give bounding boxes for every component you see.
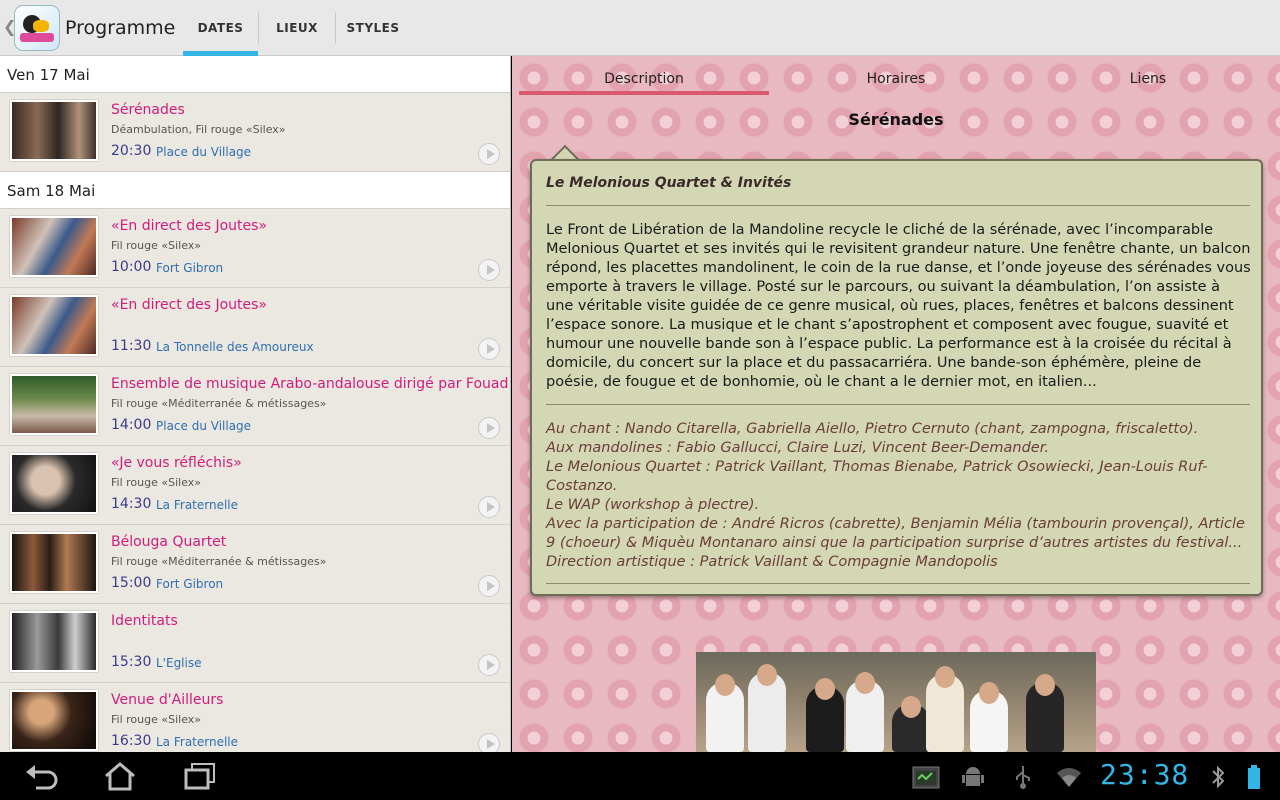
description-card: Le Melonious Quartet & Invités Le Front …: [530, 159, 1263, 596]
event-place: Fort Gibron: [156, 577, 224, 591]
list-item[interactable]: «En direct des Joutes» 11:30 La Tonnelle…: [0, 288, 510, 367]
tab-styles[interactable]: STYLES: [336, 0, 410, 56]
event-subtitle: Fil rouge «Silex»: [111, 476, 202, 489]
app-logo-icon[interactable]: [14, 5, 60, 51]
list-item[interactable]: Identitats 15:30 L'Eglise: [0, 604, 510, 683]
event-thumbnail: [10, 374, 98, 435]
event-place: Place du Village: [156, 419, 252, 433]
credits: Au chant : Nando Citarella, Gabriella Ai…: [546, 420, 1251, 572]
event-title: «En direct des Joutes»: [111, 218, 267, 234]
app-title: Programme: [65, 17, 176, 39]
event-place: La Fraternelle: [156, 735, 239, 749]
list-item[interactable]: Ensemble de musique Arabo-andalouse diri…: [0, 367, 510, 446]
event-place: Fort Gibron: [156, 261, 224, 275]
event-place: La Tonnelle des Amoureux: [156, 340, 314, 354]
wifi-icon: [1057, 768, 1081, 787]
divider: [546, 205, 1250, 206]
event-title: «En direct des Joutes»: [111, 297, 267, 313]
event-place: L'Eglise: [156, 656, 202, 670]
event-time: 16:30: [111, 733, 152, 749]
event-place: Place du Village: [156, 145, 252, 159]
list-item[interactable]: «En direct des Joutes» Fil rouge «Silex»…: [0, 209, 510, 288]
event-subtitle: Déambulation, Fil rouge «Silex»: [111, 123, 286, 136]
event-detail: Description Horaires Liens Sérénades Le …: [512, 56, 1280, 752]
play-icon[interactable]: [478, 733, 500, 752]
event-thumbnail: [10, 100, 98, 161]
event-subtitle: Fil rouge «Silex»: [111, 239, 202, 252]
tab-liens[interactable]: Liens: [1023, 62, 1273, 95]
event-time: 10:00: [111, 259, 152, 275]
event-place: La Fraternelle: [156, 498, 239, 512]
event-title: «Je vous réfléchis»: [111, 455, 242, 471]
tab-dates[interactable]: DATES: [183, 0, 258, 56]
event-title: Bélouga Quartet: [111, 534, 227, 550]
detail-title: Sérénades: [848, 110, 944, 129]
play-icon[interactable]: [478, 654, 500, 676]
credit-line: Aux mandolines : Fabio Gallucci, Claire …: [546, 440, 1049, 456]
usb-icon: [1016, 766, 1030, 789]
event-time: 14:00: [111, 417, 152, 433]
event-time: 14:30: [111, 496, 152, 512]
event-photo: [696, 652, 1096, 752]
android-debug-icon: [962, 767, 984, 786]
battery-icon: [1248, 765, 1260, 789]
credit-line: Au chant : Nando Citarella, Gabriella Ai…: [546, 421, 1199, 437]
event-thumbnail: [10, 611, 98, 672]
back-icon[interactable]: [22, 760, 62, 792]
play-icon[interactable]: [478, 143, 500, 165]
bluetooth-icon: [1212, 765, 1225, 789]
credit-line: Le Melonious Quartet : Patrick Vaillant,…: [546, 459, 1208, 494]
credit-line: Avec la participation de : André Ricros …: [546, 516, 1245, 551]
day-header: Sam 18 Mai: [0, 172, 510, 209]
event-thumbnail: [10, 532, 98, 593]
play-icon[interactable]: [478, 259, 500, 281]
active-tab-indicator: [519, 91, 769, 95]
event-subtitle: Fil rouge «Méditerranée & métissages»: [111, 397, 327, 410]
credit-line: Le WAP (workshop à plectre).: [546, 497, 760, 513]
list-item[interactable]: Venue d'Ailleurs Fil rouge «Silex» 16:30…: [0, 683, 510, 752]
event-subtitle: Fil rouge «Méditerranée & métissages»: [111, 555, 327, 568]
event-list[interactable]: Ven 17 Mai Sérénades Déambulation, Fil r…: [0, 56, 511, 752]
event-title: Ensemble de musique Arabo-andalouse diri…: [111, 376, 511, 392]
event-time: 20:30: [111, 143, 152, 159]
list-item[interactable]: Bélouga Quartet Fil rouge «Méditerranée …: [0, 525, 510, 604]
play-icon[interactable]: [478, 417, 500, 439]
event-thumbnail: [10, 216, 98, 277]
event-thumbnail: [10, 453, 98, 514]
event-time: 11:30: [111, 338, 152, 354]
screenshot-icon: [912, 766, 940, 789]
list-item[interactable]: «Je vous réfléchis» Fil rouge «Silex» 14…: [0, 446, 510, 525]
play-icon[interactable]: [478, 496, 500, 518]
event-thumbnail: [10, 690, 98, 751]
event-time: 15:30: [111, 654, 152, 670]
event-time: 15:00: [111, 575, 152, 591]
play-icon[interactable]: [478, 575, 500, 597]
credit-line: Direction artistique : Patrick Vaillant …: [546, 554, 998, 570]
divider: [546, 404, 1250, 405]
play-icon[interactable]: [478, 338, 500, 360]
list-item[interactable]: Sérénades Déambulation, Fil rouge «Silex…: [0, 93, 510, 172]
card-subtitle: Le Melonious Quartet & Invités: [546, 175, 792, 191]
recent-apps-icon[interactable]: [180, 760, 220, 792]
tab-horaires[interactable]: Horaires: [771, 62, 1021, 95]
day-header: Ven 17 Mai: [0, 56, 510, 93]
action-bar: ❮ Programme DATES LIEUX STYLES: [0, 0, 1280, 56]
event-title: Identitats: [111, 613, 178, 629]
description-text: Le Front de Libération de la Mandoline r…: [546, 222, 1251, 390]
event-title: Venue d'Ailleurs: [111, 692, 224, 708]
home-icon[interactable]: [100, 760, 140, 792]
tab-lieux[interactable]: LIEUX: [259, 0, 335, 56]
event-title: Sérénades: [111, 102, 185, 118]
event-thumbnail: [10, 295, 98, 356]
divider: [546, 583, 1250, 584]
event-subtitle: Fil rouge «Silex»: [111, 713, 202, 726]
status-clock: 23:38: [1100, 758, 1190, 791]
